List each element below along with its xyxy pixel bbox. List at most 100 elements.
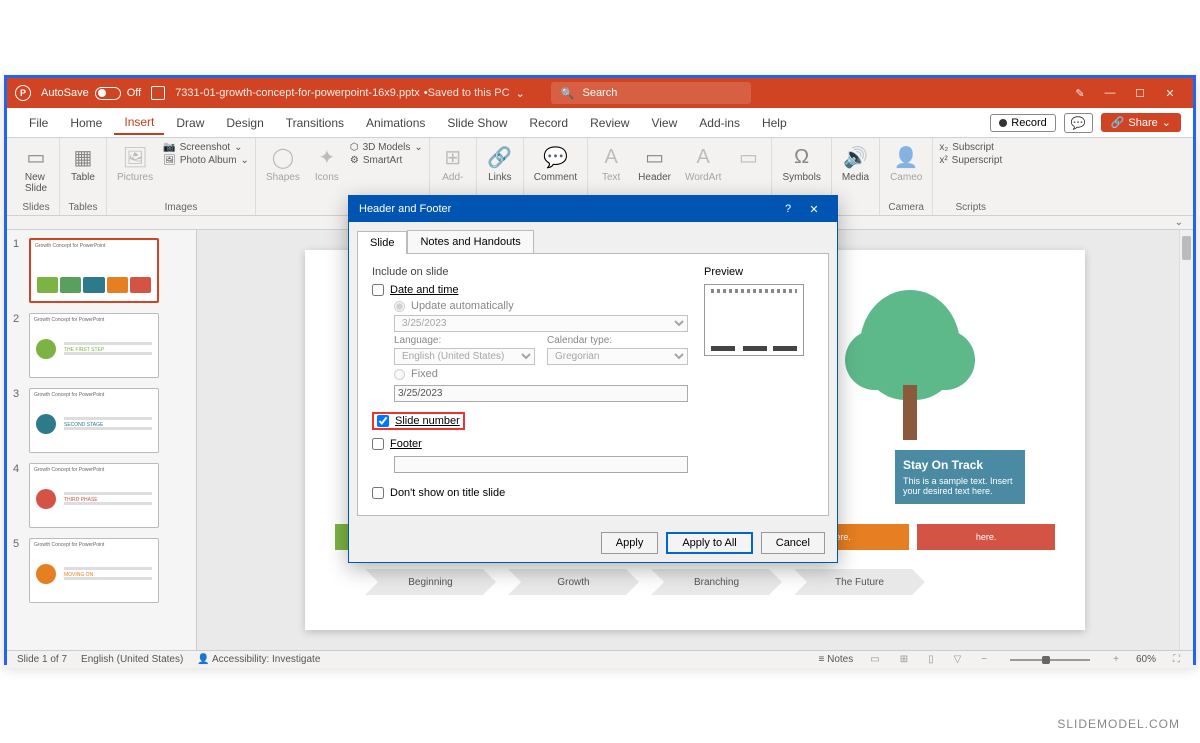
dialog-tab-notes[interactable]: Notes and Handouts xyxy=(407,230,533,253)
slide-number-checkbox[interactable]: Slide number xyxy=(372,412,465,430)
tab-record[interactable]: Record xyxy=(519,112,578,134)
save-icon[interactable] xyxy=(151,86,165,100)
share-button[interactable]: 🔗 Share ⌄ xyxy=(1101,113,1181,132)
zoom-slider[interactable] xyxy=(1010,659,1090,661)
reading-view-icon[interactable]: ▯ xyxy=(925,654,937,665)
normal-view-icon[interactable]: ▭ xyxy=(867,654,882,665)
ribbon-images: 🖼Pictures 📷 Screenshot ⌄ 🖼 Photo Album ⌄… xyxy=(107,138,256,215)
dont-show-checkbox[interactable]: Don't show on title slide xyxy=(372,487,688,499)
titlebar: P AutoSave Off 7331-01-growth-concept-fo… xyxy=(7,78,1193,108)
dialog-close-icon[interactable]: ✕ xyxy=(801,203,827,216)
media-icon: 🔊 xyxy=(842,144,868,170)
pictures-icon: 🖼 xyxy=(122,144,148,170)
smartart-button[interactable]: ⚙ SmartArt xyxy=(350,155,423,166)
cancel-button[interactable]: Cancel xyxy=(761,532,825,554)
table-button[interactable]: ▦Table xyxy=(66,142,100,185)
apply-all-button[interactable]: Apply to All xyxy=(666,532,752,554)
preview-box xyxy=(704,284,804,356)
wordart-icon: A xyxy=(690,144,716,170)
footer-text-field[interactable] xyxy=(394,456,688,473)
thumbnail-1[interactable]: Growth Concept for PowerPoint xyxy=(29,238,159,303)
accessibility-status[interactable]: 👤 Accessibility: Investigate xyxy=(197,654,320,665)
text-button[interactable]: AText xyxy=(594,142,628,185)
dialog-tab-slide[interactable]: Slide xyxy=(357,231,407,254)
fixed-date-field[interactable] xyxy=(394,385,688,402)
preview-label: Preview xyxy=(704,266,814,278)
zoom-level[interactable]: 60% xyxy=(1136,654,1156,665)
header-button[interactable]: ▭Header xyxy=(634,142,675,185)
tab-addins[interactable]: Add-ins xyxy=(689,112,750,134)
tab-design[interactable]: Design xyxy=(216,112,273,134)
wordart-button[interactable]: AWordArt xyxy=(681,142,726,185)
pictures-button[interactable]: 🖼Pictures xyxy=(113,142,157,185)
subscript-button[interactable]: x₂ Subscript xyxy=(939,142,1002,153)
minimize-icon[interactable]: — xyxy=(1095,83,1125,103)
statusbar: Slide 1 of 7 English (United States) 👤 A… xyxy=(7,650,1193,668)
callout-box: Stay On Track This is a sample text. Ins… xyxy=(895,450,1025,504)
tab-file[interactable]: File xyxy=(19,112,58,134)
slide-thumbnails: 1Growth Concept for PowerPoint 2Growth C… xyxy=(7,230,197,650)
new-slide-button[interactable]: ▭New Slide xyxy=(19,142,53,196)
dialog-titlebar: Header and Footer ? ✕ xyxy=(349,196,837,222)
media-button[interactable]: 🔊Media xyxy=(838,142,873,185)
tab-home[interactable]: Home xyxy=(60,112,112,134)
shapes-button[interactable]: ◯Shapes xyxy=(262,142,304,185)
maximize-icon[interactable]: ☐ xyxy=(1125,83,1155,103)
tab-slideshow[interactable]: Slide Show xyxy=(437,112,517,134)
screenshot-button[interactable]: 📷 Screenshot ⌄ xyxy=(163,142,249,153)
object-button[interactable]: ▭ xyxy=(731,142,765,172)
date-select[interactable]: 3/25/2023 xyxy=(394,315,688,332)
slideshow-view-icon[interactable]: ▽ xyxy=(951,654,965,665)
header-footer-dialog: Header and Footer ? ✕ Slide Notes and Ha… xyxy=(348,195,838,563)
language-status[interactable]: English (United States) xyxy=(81,654,183,665)
thumbnail-4[interactable]: Growth Concept for PowerPointTHIRD PHASE xyxy=(29,463,159,528)
tab-transitions[interactable]: Transitions xyxy=(276,112,354,134)
addins-button[interactable]: ⊞Add- xyxy=(436,142,470,185)
tab-view[interactable]: View xyxy=(641,112,687,134)
fixed-radio[interactable]: Fixed xyxy=(394,368,688,380)
powerpoint-icon: P xyxy=(15,85,31,101)
update-auto-radio[interactable]: Update automatically xyxy=(394,300,688,312)
record-button[interactable]: Record xyxy=(990,114,1055,132)
search-input[interactable]: 🔍 Search xyxy=(551,82,751,104)
slide-counter[interactable]: Slide 1 of 7 xyxy=(17,654,67,665)
tab-review[interactable]: Review xyxy=(580,112,639,134)
zoom-out-icon[interactable]: − xyxy=(978,654,990,665)
ribbon-camera: 👤Cameo Camera xyxy=(880,138,933,215)
tab-help[interactable]: Help xyxy=(752,112,797,134)
cameo-button[interactable]: 👤Cameo xyxy=(886,142,926,185)
vertical-scrollbar[interactable] xyxy=(1179,230,1193,650)
thumbnail-5[interactable]: Growth Concept for PowerPointMOVING ON xyxy=(29,538,159,603)
sorter-view-icon[interactable]: ⊞ xyxy=(897,654,911,665)
calendar-select[interactable]: Gregorian xyxy=(547,348,688,365)
thumbnail-2[interactable]: Growth Concept for PowerPointTHE FIRST S… xyxy=(29,313,159,378)
table-icon: ▦ xyxy=(70,144,96,170)
thumbnail-3[interactable]: Growth Concept for PowerPointSECOND STAG… xyxy=(29,388,159,453)
icons-button[interactable]: ✦Icons xyxy=(310,142,344,185)
ribbon-slides: ▭New Slide Slides xyxy=(13,138,60,215)
close-icon[interactable]: ✕ xyxy=(1155,83,1185,103)
dialog-help-icon[interactable]: ? xyxy=(775,203,801,215)
datetime-checkbox[interactable]: Date and time xyxy=(372,284,688,296)
comments-icon[interactable]: 💬 xyxy=(1064,113,1093,133)
apply-button[interactable]: Apply xyxy=(601,532,659,554)
comment-button[interactable]: 💬Comment xyxy=(530,142,581,185)
zoom-in-icon[interactable]: + xyxy=(1110,654,1122,665)
chevron-down-icon[interactable]: ⌄ xyxy=(516,87,525,100)
language-select[interactable]: English (United States) xyxy=(394,348,535,365)
tab-animations[interactable]: Animations xyxy=(356,112,435,134)
search-icon: 🔍 xyxy=(561,87,575,100)
3dmodels-button[interactable]: ⬡ 3D Models ⌄ xyxy=(350,142,423,153)
footer-checkbox[interactable]: Footer xyxy=(372,438,688,450)
link-icon: 🔗 xyxy=(487,144,513,170)
superscript-button[interactable]: x² Superscript xyxy=(939,155,1002,166)
autosave-toggle[interactable]: AutoSave Off xyxy=(41,87,141,100)
symbols-button[interactable]: ΩSymbols xyxy=(778,142,824,185)
notes-button[interactable]: ≡ Notes xyxy=(818,654,853,665)
tab-draw[interactable]: Draw xyxy=(166,112,214,134)
fit-icon[interactable]: ⛶ xyxy=(1170,654,1183,665)
links-button[interactable]: 🔗Links xyxy=(483,142,517,185)
tab-insert[interactable]: Insert xyxy=(114,111,164,135)
photoalbum-button[interactable]: 🖼 Photo Album ⌄ xyxy=(163,155,249,166)
pen-icon[interactable]: ✎ xyxy=(1065,83,1095,103)
